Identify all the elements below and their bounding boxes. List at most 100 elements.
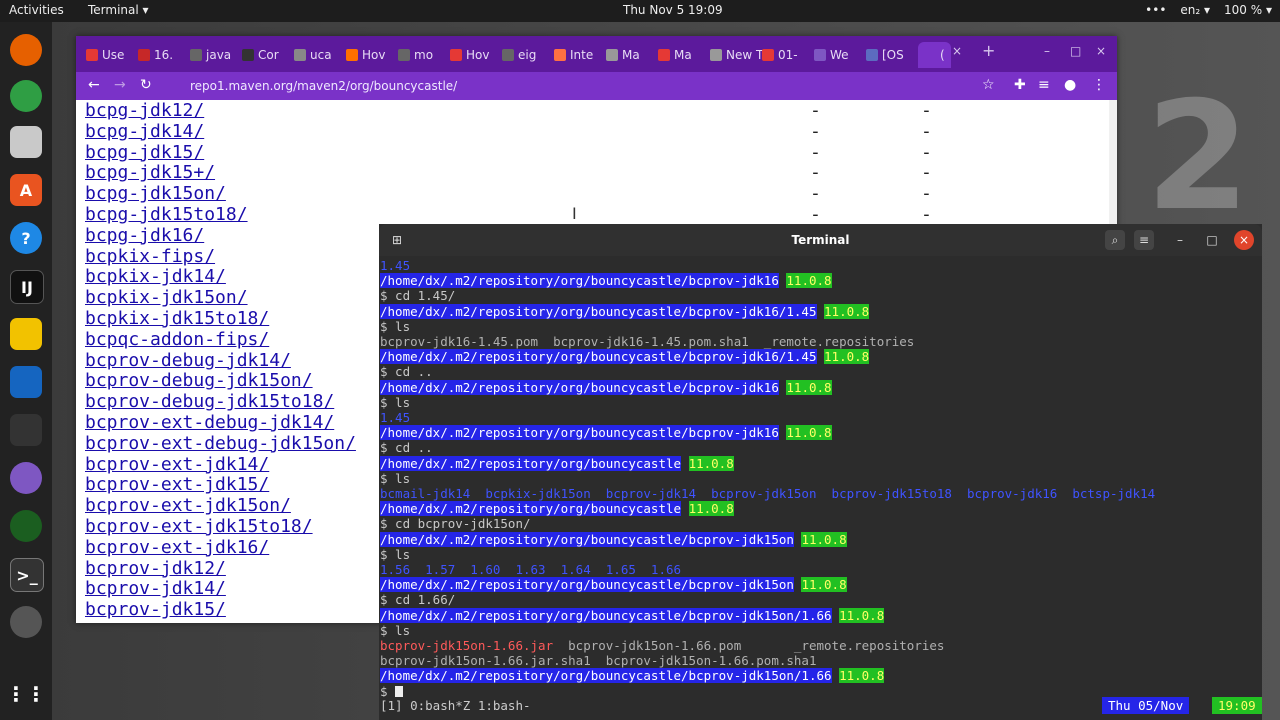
inkscape-icon[interactable] bbox=[10, 414, 42, 446]
directory-link[interactable]: bcprov-debug-jdk14/ bbox=[85, 350, 291, 371]
browser-tab[interactable]: ( bbox=[918, 42, 951, 68]
clock[interactable]: Thu Nov 5 19:09 bbox=[623, 3, 723, 17]
new-tab-button[interactable]: + bbox=[982, 41, 995, 60]
tab-favicon-icon bbox=[762, 49, 774, 61]
file-output: bcprov-jdk15on-1.66.pom _remote.reposito… bbox=[553, 638, 945, 653]
directory-link[interactable]: bcpg-jdk16/ bbox=[85, 225, 204, 246]
menu-icon[interactable]: ⋮ bbox=[1092, 77, 1106, 93]
browser-tab[interactable]: java bbox=[190, 42, 231, 68]
minimize-window-icon[interactable]: – bbox=[1044, 44, 1050, 58]
browser-tab[interactable]: 16. bbox=[138, 42, 173, 68]
directory-link[interactable]: bcpkix-jdk15on/ bbox=[85, 287, 248, 308]
browser-tab[interactable]: Hov bbox=[450, 42, 489, 68]
media-icon[interactable]: ≡ bbox=[1038, 77, 1050, 93]
tab-label: eig bbox=[518, 48, 537, 62]
bookmark-star-icon[interactable]: ☆ bbox=[982, 77, 995, 93]
terminal-icon[interactable]: >_ bbox=[10, 558, 44, 592]
directory-link[interactable]: bcpg-jdk14/ bbox=[85, 121, 204, 142]
close-window-icon[interactable]: × bbox=[1096, 44, 1106, 58]
tab-favicon-icon bbox=[658, 49, 670, 61]
intellij-icon[interactable]: IJ bbox=[10, 270, 44, 304]
firefox-icon[interactable] bbox=[10, 34, 42, 66]
terminal-window[interactable]: ⊞ Terminal ⌕ ≡ – □ × 1.45/home/dx/.m2/re… bbox=[379, 224, 1262, 720]
help-icon[interactable]: ? bbox=[10, 222, 42, 254]
directory-link[interactable]: bcprov-ext-jdk14/ bbox=[85, 454, 269, 475]
terminal-line: 1.56 1.57 1.60 1.63 1.64 1.65 1.66 bbox=[380, 562, 681, 577]
directory-link[interactable]: bcprov-ext-debug-jdk15on/ bbox=[85, 433, 356, 454]
system-tray[interactable]: ••• en₂ ▾ 100 % ▾ bbox=[1145, 3, 1272, 17]
back-icon[interactable]: ← bbox=[88, 77, 100, 93]
editor-icon[interactable] bbox=[10, 318, 42, 350]
browser-tab[interactable]: eig bbox=[502, 42, 536, 68]
search-icon[interactable]: ⌕ bbox=[1105, 230, 1125, 250]
app-menu[interactable]: Terminal ▾ bbox=[88, 3, 149, 17]
browser-tab[interactable]: Ma bbox=[658, 42, 692, 68]
directory-link[interactable]: bcprov-ext-jdk15on/ bbox=[85, 495, 291, 516]
profile-icon[interactable]: ● bbox=[1064, 77, 1076, 93]
directory-link[interactable]: bcpkix-fips/ bbox=[85, 246, 215, 267]
tab-favicon-icon bbox=[606, 49, 618, 61]
maximize-icon[interactable]: □ bbox=[1202, 230, 1222, 250]
browser-tab[interactable]: uca bbox=[294, 42, 332, 68]
directory-link[interactable]: bcprov-debug-jdk15to18/ bbox=[85, 391, 334, 412]
prompt-version: 11.0.8 bbox=[801, 531, 847, 547]
browser-tab[interactable]: New Ta bbox=[710, 42, 769, 68]
hamburger-menu-icon[interactable]: ≡ bbox=[1134, 230, 1154, 250]
browser-tab[interactable]: [OS bbox=[866, 42, 904, 68]
monitor-icon[interactable] bbox=[10, 366, 42, 398]
directory-link[interactable]: bcpqc-addon-fips/ bbox=[85, 329, 269, 350]
directory-link[interactable]: bcprov-ext-jdk16/ bbox=[85, 537, 269, 558]
browser-tab[interactable]: Inte bbox=[554, 42, 593, 68]
directory-link[interactable]: bcprov-ext-jdk15/ bbox=[85, 474, 269, 495]
files-icon[interactable] bbox=[10, 126, 42, 158]
maximize-window-icon[interactable]: □ bbox=[1070, 44, 1081, 58]
browser-tab[interactable]: mo bbox=[398, 42, 433, 68]
directory-link[interactable]: bcprov-debug-jdk15on/ bbox=[85, 370, 313, 391]
browser-tab[interactable]: Use bbox=[86, 42, 124, 68]
activities-button[interactable]: Activities bbox=[9, 3, 64, 17]
language-indicator[interactable]: en₂ ▾ bbox=[1180, 3, 1210, 17]
minimize-icon[interactable]: – bbox=[1170, 230, 1190, 250]
tab-close-icon[interactable]: × bbox=[952, 44, 962, 58]
terminal-line: /home/dx/.m2/repository/org/bouncycastle… bbox=[380, 531, 847, 547]
directory-link[interactable]: bcprov-jdk14/ bbox=[85, 578, 226, 599]
file-output: bcprov-jdk16-1.45.pom bcprov-jdk16-1.45.… bbox=[380, 334, 915, 349]
directory-link[interactable]: bcprov-jdk12/ bbox=[85, 558, 226, 579]
emacs-icon[interactable] bbox=[10, 462, 42, 494]
close-icon[interactable]: × bbox=[1234, 230, 1254, 250]
command-text: $ ls bbox=[380, 546, 411, 562]
browser-tab[interactable]: Ma bbox=[606, 42, 640, 68]
directory-link[interactable]: bcpg-jdk15/ bbox=[85, 142, 204, 163]
directory-link[interactable]: bcpg-jdk12/ bbox=[85, 100, 204, 121]
file-output: bcprov-jdk15on-1.66.jar.sha1 bcprov-jdk1… bbox=[380, 653, 817, 669]
directory-link[interactable]: bcpg-jdk15to18/ bbox=[85, 204, 248, 225]
directory-link[interactable]: bcpg-jdk15+/ bbox=[85, 162, 215, 183]
tmux-status-bar: [1] 0:bash*Z 1:bash- Thu 05/Nov 19:09 bbox=[379, 697, 1262, 714]
directory-link[interactable]: bcpkix-jdk14/ bbox=[85, 266, 226, 287]
globe-icon[interactable] bbox=[10, 510, 42, 542]
browser-tab[interactable]: Cor bbox=[242, 42, 279, 68]
extensions-icon[interactable]: ✚ bbox=[1014, 77, 1026, 93]
reload-icon[interactable]: ↻ bbox=[140, 77, 152, 93]
terminal-output[interactable]: 1.45/home/dx/.m2/repository/org/bouncyca… bbox=[379, 258, 1155, 720]
dots-icon[interactable]: ••• bbox=[1145, 3, 1166, 17]
forward-icon[interactable]: → bbox=[114, 77, 126, 93]
software-icon[interactable]: A bbox=[10, 174, 42, 206]
app-grid-icon[interactable]: ⋮⋮ bbox=[6, 678, 46, 710]
directory-link[interactable]: bcpg-jdk15on/ bbox=[85, 183, 226, 204]
updater-icon[interactable] bbox=[10, 606, 42, 638]
directory-link[interactable]: bcprov-ext-debug-jdk14/ bbox=[85, 412, 334, 433]
browser-tab[interactable]: Hov bbox=[346, 42, 385, 68]
directory-link[interactable]: bcprov-jdk15/ bbox=[85, 599, 226, 620]
directory-link[interactable]: bcprov-ext-jdk15to18/ bbox=[85, 516, 313, 537]
terminal-line: /home/dx/.m2/repository/org/bouncycastle… bbox=[380, 425, 832, 441]
tab-favicon-icon bbox=[138, 49, 150, 61]
prompt-version: 11.0.8 bbox=[688, 455, 734, 471]
chrome-icon[interactable] bbox=[10, 80, 42, 112]
directory-link[interactable]: bcpkix-jdk15to18/ bbox=[85, 308, 269, 329]
browser-tab[interactable]: 01- bbox=[762, 42, 798, 68]
address-bar[interactable]: repo1.maven.org/maven2/org/bouncycastle/ bbox=[170, 75, 1020, 97]
battery-indicator[interactable]: 100 % ▾ bbox=[1224, 3, 1272, 17]
tab-favicon-icon bbox=[398, 49, 410, 61]
browser-tab[interactable]: We bbox=[814, 42, 849, 68]
